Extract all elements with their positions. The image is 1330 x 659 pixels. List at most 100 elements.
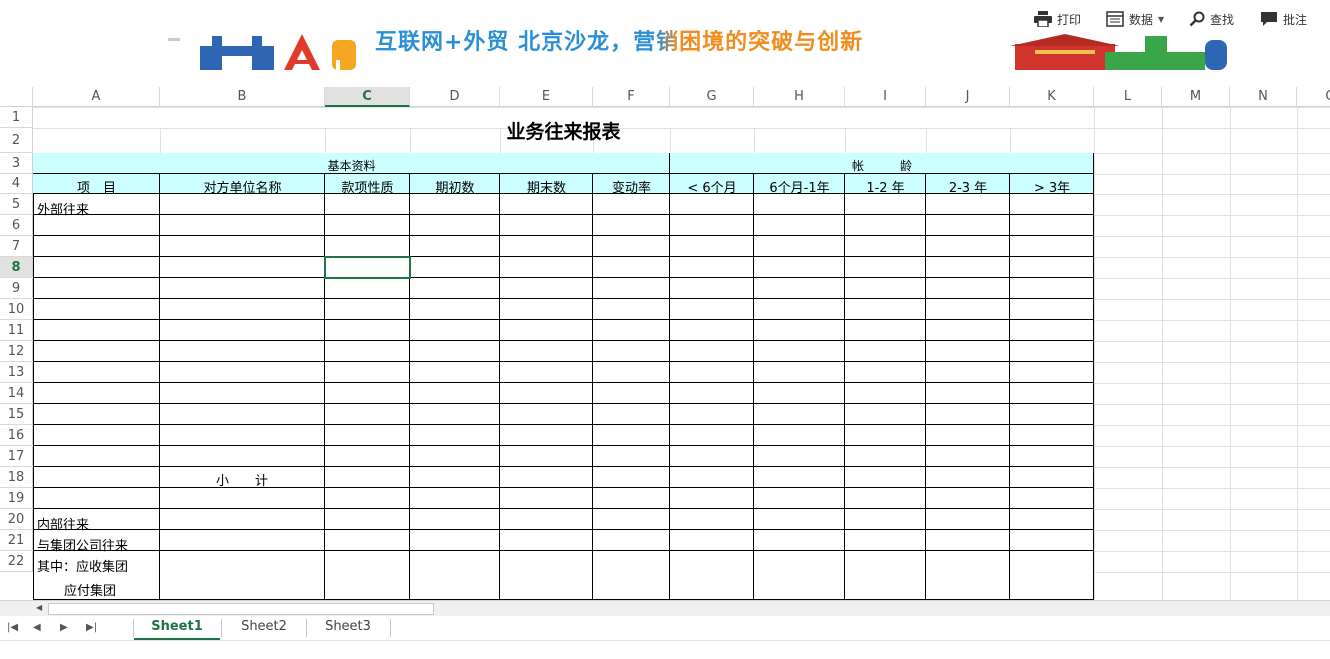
cell-a7[interactable] [33,236,160,257]
cell-b13[interactable] [160,362,325,383]
cell-j5[interactable] [926,194,1010,215]
cell-f19[interactable] [593,488,670,509]
prev-sheet-icon[interactable]: ◀ [33,622,41,633]
row-header-8[interactable]: 8 [0,257,33,278]
cell-e6[interactable] [500,215,593,236]
cell-g5[interactable] [670,194,754,215]
column-header-c[interactable]: C [325,87,410,107]
cell-h20[interactable] [754,509,845,530]
cell-h7[interactable] [754,236,845,257]
cell-k17[interactable] [1010,446,1094,467]
tab-sheet3[interactable]: Sheet3 [307,616,389,640]
tab-sheet2[interactable]: Sheet2 [222,616,306,640]
cell-i22[interactable] [845,551,926,600]
column-header-e[interactable]: E [500,87,593,107]
cell-f21[interactable] [593,530,670,551]
row-header-14[interactable]: 14 [0,383,33,404]
cell-k16[interactable] [1010,425,1094,446]
cell-f18[interactable] [593,467,670,488]
cell-b6[interactable] [160,215,325,236]
cell-e13[interactable] [500,362,593,383]
scroll-left-icon[interactable]: ◀ [36,603,42,612]
cell-c5[interactable] [325,194,410,215]
cell-h6[interactable] [754,215,845,236]
cell-j19[interactable] [926,488,1010,509]
cell-a17[interactable] [33,446,160,467]
cell-e10[interactable] [500,299,593,320]
cell-e12[interactable] [500,341,593,362]
cell-h13[interactable] [754,362,845,383]
cell-i14[interactable] [845,383,926,404]
cell-g7[interactable] [670,236,754,257]
cell-h17[interactable] [754,446,845,467]
row-header-4[interactable]: 4 [0,174,33,194]
spreadsheet-grid[interactable]: ABCDEFGHIJKLMNO 123456789101112131415161… [0,87,1330,600]
cell-e17[interactable] [500,446,593,467]
row-header-20[interactable]: 20 [0,509,33,530]
row-header-3[interactable]: 3 [0,153,33,174]
banner-ad[interactable]: 互联网+外贸 北京沙龙，营销困境的突破与创新 [160,26,1240,70]
cell-j17[interactable] [926,446,1010,467]
cell-i20[interactable] [845,509,926,530]
cell-j11[interactable] [926,320,1010,341]
cell-h11[interactable] [754,320,845,341]
cell-k18[interactable] [1010,467,1094,488]
cell-d11[interactable] [410,320,500,341]
cell-j18[interactable] [926,467,1010,488]
scrollbar-thumb[interactable] [48,603,434,615]
cell-c20[interactable] [325,509,410,530]
tab-sheet1[interactable]: Sheet1 [134,616,220,640]
cell-c10[interactable] [325,299,410,320]
cell-i13[interactable] [845,362,926,383]
cell-b7[interactable] [160,236,325,257]
cell-j9[interactable] [926,278,1010,299]
cell-b21[interactable] [160,530,325,551]
row-header-9[interactable]: 9 [0,278,33,299]
cell-e18[interactable] [500,467,593,488]
cell-e21[interactable] [500,530,593,551]
cell-d19[interactable] [410,488,500,509]
cell-g22[interactable] [670,551,754,600]
cell-b9[interactable] [160,278,325,299]
cell-h14[interactable] [754,383,845,404]
cell-b22[interactable] [160,551,325,600]
cell-g20[interactable] [670,509,754,530]
cell-i17[interactable] [845,446,926,467]
cell-c7[interactable] [325,236,410,257]
cell-c11[interactable] [325,320,410,341]
cell-e19[interactable] [500,488,593,509]
cell-a10[interactable] [33,299,160,320]
cell-g8[interactable] [670,257,754,278]
cell-e8[interactable] [500,257,593,278]
horizontal-scrollbar[interactable]: ◀ [0,600,1330,616]
row-header-19[interactable]: 19 [0,488,33,509]
cell-g10[interactable] [670,299,754,320]
cell-b10[interactable] [160,299,325,320]
cell-g6[interactable] [670,215,754,236]
cell-b11[interactable] [160,320,325,341]
cell-j7[interactable] [926,236,1010,257]
column-header-j[interactable]: J [926,87,1010,107]
cell-e14[interactable] [500,383,593,404]
cell-f13[interactable] [593,362,670,383]
cell-a12[interactable] [33,341,160,362]
cell-b14[interactable] [160,383,325,404]
cell-c17[interactable] [325,446,410,467]
cell-h21[interactable] [754,530,845,551]
cell-f10[interactable] [593,299,670,320]
cell-d16[interactable] [410,425,500,446]
cell-b17[interactable] [160,446,325,467]
column-header-h[interactable]: H [754,87,845,107]
cell-d15[interactable] [410,404,500,425]
cell-d7[interactable] [410,236,500,257]
cell-i21[interactable] [845,530,926,551]
row-header-10[interactable]: 10 [0,299,33,320]
cell-h9[interactable] [754,278,845,299]
cell-k6[interactable] [1010,215,1094,236]
first-sheet-icon[interactable]: |◀ [7,622,18,633]
cell-f11[interactable] [593,320,670,341]
cell-h19[interactable] [754,488,845,509]
row-header-15[interactable]: 15 [0,404,33,425]
last-sheet-icon[interactable]: ▶| [86,622,97,633]
cell-k15[interactable] [1010,404,1094,425]
